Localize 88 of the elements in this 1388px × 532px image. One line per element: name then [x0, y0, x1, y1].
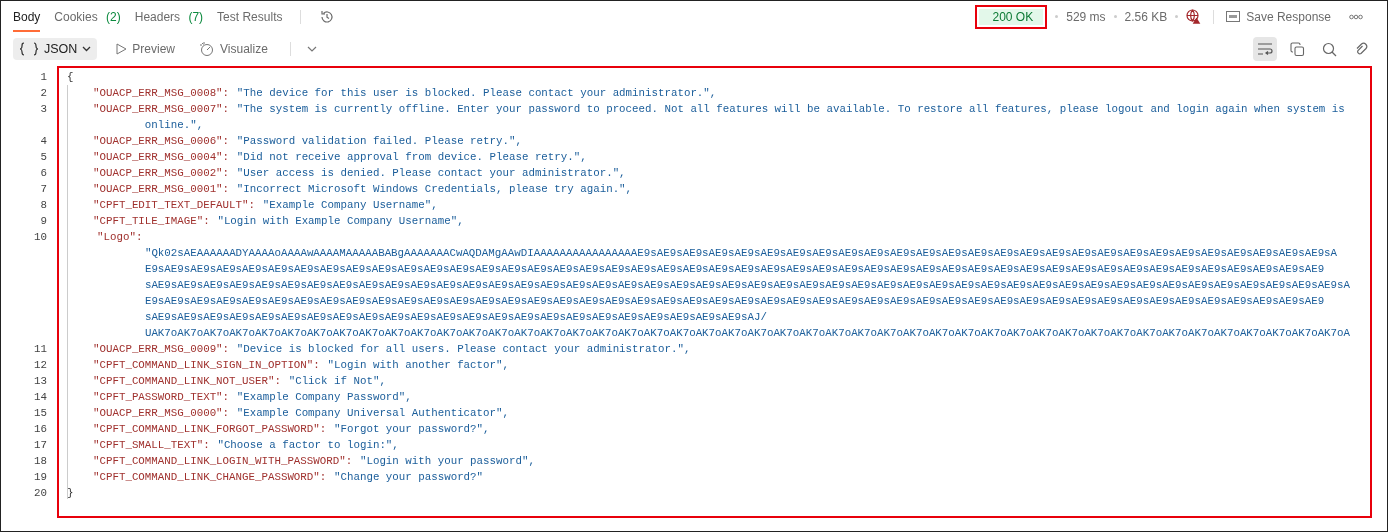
json-value-line: E9sAE9sAE9sAE9sAE9sAE9sAE9sAE9sAE9sAE9sAE9sAE9sAE9sAE9sAE9sAE9sAE9sAE9sAE9sAE9sAE9sAE9sAE9sAE9sAE9sAE9sAE9sAE9sAE9sAE9sAE9sAE9sAE9sAE9sAE9sAE9sAE9sAE9sAE9sAE9sAE9sAE9sAE9sAE9sAE9sAE9: [144, 295, 1325, 307]
line-number: 16: [34, 422, 47, 437]
json-value: "Device is blocked for all users. Please contact your administrator.",: [236, 343, 691, 355]
line-number: 2: [40, 86, 47, 101]
copy-icon: [1289, 41, 1305, 57]
line-number: 3: [40, 102, 47, 117]
search-icon: [1321, 41, 1337, 57]
json-key: "CPFT_SMALL_TEXT":: [93, 439, 210, 451]
json-key: "Logo":: [97, 231, 143, 243]
json-key: "CPFT_COMMAND_LINK_LOGIN_WITH_PASSWORD":: [93, 455, 353, 467]
line-number: 8: [40, 198, 47, 213]
line-number: 10: [34, 230, 47, 245]
line-number: 4: [40, 134, 47, 149]
line-number: 18: [34, 454, 47, 469]
json-value: "Did not receive approval from device. Please retry.",: [236, 151, 587, 163]
json-key: "CPFT_EDIT_TEXT_DEFAULT":: [93, 199, 255, 211]
view-mode-button[interactable]: Preview: [109, 38, 182, 60]
save-response-button[interactable]: Save Response: [1226, 9, 1331, 24]
json-value: "Change your password?": [334, 471, 484, 483]
json-key: "OUACP_ERR_MSG_0008":: [93, 87, 230, 99]
line-number: 17: [34, 438, 47, 453]
status-code: 200 OK: [978, 8, 1044, 25]
gauge-icon: [199, 41, 216, 57]
json-value: "Login with another factor",: [327, 359, 509, 371]
json-value: "Login with your password",: [359, 455, 535, 467]
json-key: "CPFT_TILE_IMAGE":: [93, 215, 210, 227]
json-value: "Forgot your password?",: [334, 423, 490, 435]
play-icon: [115, 43, 128, 55]
line-number: 13: [34, 374, 47, 389]
response-tab[interactable]: Cookies (2): [54, 1, 121, 32]
history-icon[interactable]: [319, 8, 336, 25]
json-value: "Login with Example Company Username",: [217, 215, 464, 227]
json-key: "OUACP_ERR_MSG_0002":: [93, 167, 230, 179]
line-number: 6: [40, 166, 47, 181]
json-key: "OUACP_ERR_MSG_0006":: [93, 135, 230, 147]
json-value-line: sAE9sAE9sAE9sAE9sAE9sAE9sAE9sAE9sAE9sAE9sAE9sAE9sAE9sAE9sAE9sAE9sAE9sAE9sAE9sAE9sAE9sAE9sAE9sAJ/: [144, 311, 767, 323]
json-value: "Click if Not",: [288, 375, 386, 387]
response-size: 2.56 KB: [1124, 9, 1168, 24]
line-number: 11: [34, 342, 47, 357]
json-value: "Incorrect Microsoft Windows Credentials, please try again.",: [236, 183, 633, 195]
json-value: "Example Company Password",: [236, 391, 412, 403]
view-mode-button[interactable]: JSON: [13, 38, 98, 60]
json-value: "The system is currently offline. Enter your password to proceed. Not all features will be available. To restore all features, please logout and login again when system is: [236, 103, 1345, 115]
line-number: 19: [34, 470, 47, 485]
line-number: 7: [40, 182, 47, 197]
wrap-lines-icon: [1257, 42, 1273, 56]
json-key: "CPFT_COMMAND_LINK_SIGN_IN_OPTION":: [93, 359, 320, 371]
json-value: "Example Company Universal Authenticator",: [236, 407, 509, 419]
json-key: "CPFT_COMMAND_LINK_CHANGE_PASSWORD":: [93, 471, 327, 483]
json-key: "OUACP_ERR_MSG_0001":: [93, 183, 230, 195]
json-value-line: online.",: [144, 119, 204, 131]
json-key: "CPFT_PASSWORD_TEXT":: [93, 391, 230, 403]
json-key: "OUACP_ERR_MSG_0000":: [93, 407, 230, 419]
json-key: "CPFT_COMMAND_LINK_NOT_USER":: [93, 375, 281, 387]
json-key: "CPFT_COMMAND_LINK_FORGOT_PASSWORD":: [93, 423, 327, 435]
caret-icon[interactable]: [306, 46, 317, 52]
json-value: "Password validation failed. Please retry.",: [236, 135, 522, 147]
globe-warning-icon[interactable]: [1186, 9, 1202, 24]
response-time: 529 ms: [1066, 9, 1106, 24]
response-tab[interactable]: Test Results: [217, 1, 283, 32]
line-number: 9: [40, 214, 47, 229]
response-tab[interactable]: Body: [13, 1, 41, 32]
line-number: 1: [40, 70, 47, 85]
code-brace: }: [66, 486, 75, 501]
json-key: "OUACP_ERR_MSG_0009":: [93, 343, 230, 355]
code-brace: {: [66, 70, 75, 85]
json-value: "The device for this user is blocked. Please contact your administrator.",: [236, 87, 717, 99]
json-key: "OUACP_ERR_MSG_0007":: [93, 103, 230, 115]
line-number: 20: [34, 486, 47, 501]
chevron-down-icon: [82, 46, 92, 52]
line-number: 5: [40, 150, 47, 165]
line-number: 15: [34, 406, 47, 421]
line-number: 12: [34, 358, 47, 373]
json-value-line: E9sAE9sAE9sAE9sAE9sAE9sAE9sAE9sAE9sAE9sAE9sAE9sAE9sAE9sAE9sAE9sAE9sAE9sAE9sAE9sAE9sAE9sAE9sAE9sAE9sAE9sAE9sAE9sAE9sAE9sAE9sAE9sAE9sAE9sAE9sAE9sAE9sAE9sAE9sAE9sAE9sAE9sAE9sAE9sAE9sAE9: [144, 263, 1325, 275]
example-icon: [1226, 11, 1241, 22]
json-value-line: sAE9sAE9sAE9sAE9sAE9sAE9sAE9sAE9sAE9sAE9sAE9sAE9sAE9sAE9sAE9sAE9sAE9sAE9sAE9sAE9sAE9sAE9sAE9sAE9sAE9sAE9sAE9sAE9sAE9sAE9sAE9sAE9sAE9sAE9sAE9sAE9sAE9sAE9sAE9sAE9sAE9sAE9sAE9sAE9sAE9sAE9sA: [144, 279, 1351, 291]
line-number: 14: [34, 390, 47, 405]
json-value-line: "Qk02sAEAAAAAADYAAAAoAAAAwAAAAMAAAAABABgAAAAAAACwAQDAMgAAwDIAAAAAAAAAAAAAAAAE9sAE9sAE9sAE9sAE9sAE9sAE9sAE9sAE9sAE9sAE9sAE9sAE9sAE9sAE9sAE9sAE9sAE9sAE9sAE9sAE9sAE9sAE9sAE9sAE9sAE9sAE9sA: [144, 247, 1338, 259]
more-icon[interactable]: [1349, 13, 1363, 20]
wrap-lines-button[interactable]: [1253, 37, 1277, 61]
json-value: "Example Company Username",: [262, 199, 438, 211]
response-tab[interactable]: Headers (7): [134, 1, 204, 32]
json-value: "User access is denied. Please contact your administrator.",: [236, 167, 626, 179]
json-value-line: UAK7oAK7oAK7oAK7oAK7oAK7oAK7oAK7oAK7oAK7oAK7oAK7oAK7oAK7oAK7oAK7oAK7oAK7oAK7oAK7oAK7oAK7oAK7oAK7oAK7oAK7oAK7oAK7oAK7oAK7oAK7oAK7oAK7oAK7oAK7oAK7oAK7oAK7oAK7oAK7oAK7oAK7oAK7oAK7oAK7oAK7oA: [144, 327, 1351, 339]
braces-icon: [19, 42, 39, 56]
view-mode-button[interactable]: Visualize: [193, 37, 274, 61]
json-value: "Choose a factor to login:",: [217, 439, 399, 451]
json-key: "OUACP_ERR_MSG_0004":: [93, 151, 230, 163]
